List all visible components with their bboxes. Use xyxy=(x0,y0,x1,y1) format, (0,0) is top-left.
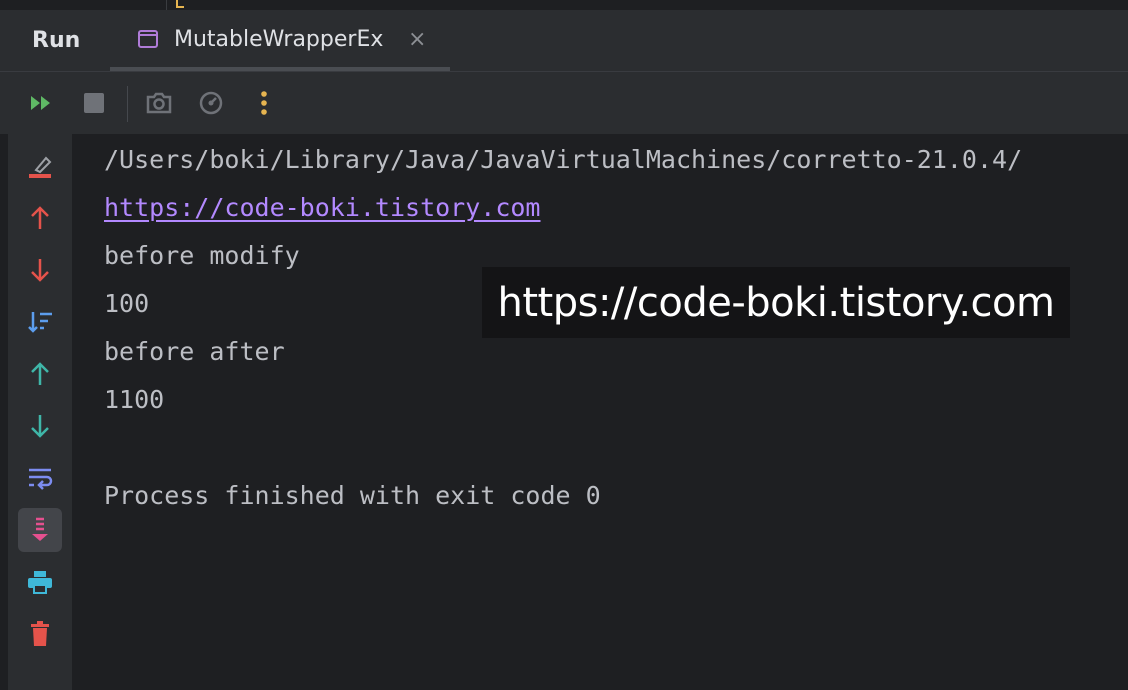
console-side-toolbar xyxy=(8,134,72,690)
console-line: /Users/boki/Library/Java/JavaVirtualMach… xyxy=(104,145,1023,174)
camera-icon[interactable] xyxy=(144,88,174,118)
more-icon[interactable] xyxy=(249,88,279,118)
print-icon[interactable] xyxy=(18,560,62,604)
console-link[interactable]: https://code-boki.tistory.com xyxy=(104,193,541,222)
console-line: before after xyxy=(104,337,285,366)
console-line: before modify xyxy=(104,241,300,270)
scroll-to-end-icon[interactable] xyxy=(18,508,62,552)
close-icon[interactable]: × xyxy=(408,27,426,52)
tab-label: MutableWrapperEx xyxy=(174,27,384,52)
console-line: Process finished with exit code 0 xyxy=(104,481,601,510)
rerun-icon[interactable] xyxy=(27,88,57,118)
dashboard-icon[interactable] xyxy=(196,88,226,118)
toolbar-separator xyxy=(127,86,128,122)
editor-top-strip xyxy=(0,0,1128,10)
watermark: https://code-boki.tistory.com xyxy=(482,267,1070,338)
tab-mutablewrapperex[interactable]: MutableWrapperEx × xyxy=(110,10,450,71)
tab-active-underline xyxy=(110,67,450,71)
console-line: 1100 xyxy=(104,385,165,414)
run-tab-bar: Run MutableWrapperEx × xyxy=(0,10,1128,72)
strip-divider xyxy=(166,0,167,10)
soft-wrap-icon[interactable] xyxy=(18,456,62,500)
trash-icon[interactable] xyxy=(18,612,62,656)
up-red-icon[interactable] xyxy=(18,196,62,240)
stop-icon[interactable] xyxy=(79,88,109,118)
run-toolbar xyxy=(0,72,1128,134)
down-red-icon[interactable] xyxy=(18,248,62,292)
console-line: 100 xyxy=(104,289,150,318)
sort-icon[interactable] xyxy=(18,300,62,344)
up-green-icon[interactable] xyxy=(18,352,62,396)
tool-window-title: Run xyxy=(32,28,81,53)
strip-mark-icon xyxy=(176,0,184,8)
clear-icon[interactable] xyxy=(18,144,62,188)
down-green-icon[interactable] xyxy=(18,404,62,448)
application-icon xyxy=(138,30,158,48)
console-output[interactable]: /Users/boki/Library/Java/JavaVirtualMach… xyxy=(72,134,1128,690)
